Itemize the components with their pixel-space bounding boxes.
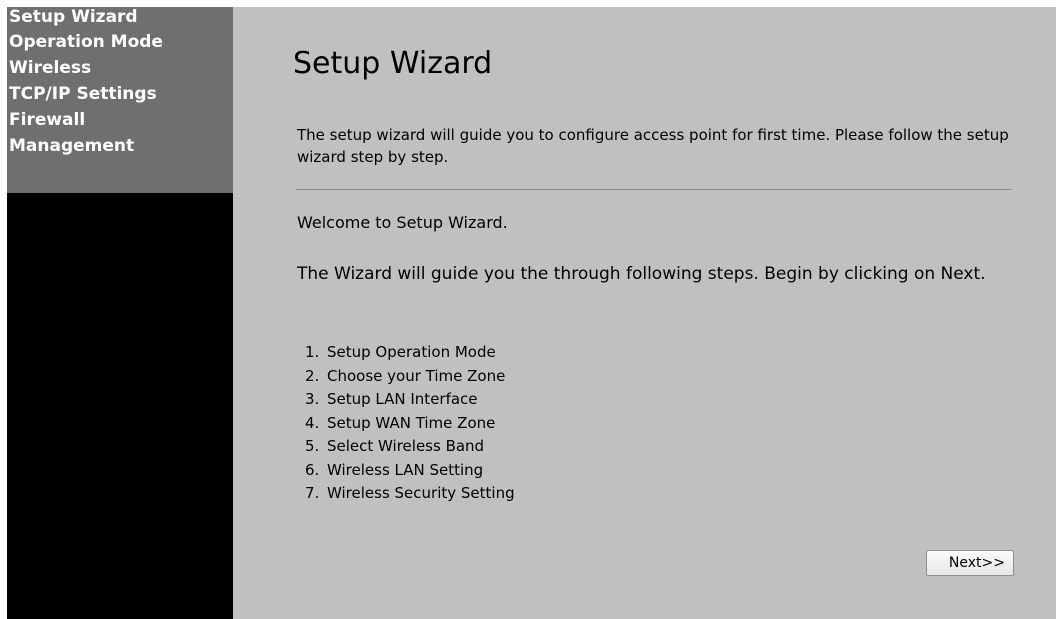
- step-item: 2. Choose your Time Zone: [305, 365, 515, 389]
- step-item: 1. Setup Operation Mode: [305, 341, 515, 365]
- step-label: Setup LAN Interface: [327, 390, 478, 408]
- step-number: 1.: [305, 343, 320, 361]
- main-content: Setup Wizard The setup wizard will guide…: [233, 7, 1056, 619]
- guide-text: The Wizard will guide you the through fo…: [297, 264, 986, 284]
- step-label: Wireless Security Setting: [327, 484, 515, 502]
- page-title: Setup Wizard: [293, 46, 493, 81]
- sidebar-item-tcpip-settings[interactable]: TCP/IP Settings: [7, 81, 233, 107]
- sidebar-menu: Setup Wizard Operation Mode Wireless TCP…: [7, 7, 233, 193]
- app-frame: Setup Wizard Operation Mode Wireless TCP…: [7, 7, 1056, 619]
- divider: [296, 189, 1012, 190]
- sidebar-item-wireless[interactable]: Wireless: [7, 55, 233, 81]
- step-label: Select Wireless Band: [327, 437, 485, 455]
- sidebar-item-firewall[interactable]: Firewall: [7, 107, 233, 133]
- step-label: Setup Operation Mode: [327, 343, 496, 361]
- step-number: 3.: [305, 390, 320, 408]
- sidebar: Setup Wizard Operation Mode Wireless TCP…: [7, 7, 233, 619]
- sidebar-item-management[interactable]: Management: [7, 133, 233, 159]
- sidebar-item-operation-mode[interactable]: Operation Mode: [7, 29, 233, 55]
- sidebar-item-setup-wizard[interactable]: Setup Wizard: [7, 7, 233, 29]
- step-number: 7.: [305, 484, 320, 502]
- step-number: 6.: [305, 460, 320, 479]
- step-item: 3. Setup LAN Interface: [305, 388, 515, 412]
- welcome-text: Welcome to Setup Wizard.: [297, 213, 508, 232]
- step-item: 5. Select Wireless Band: [305, 435, 515, 459]
- step-item: 6. Wireless LAN Setting: [305, 459, 515, 483]
- steps-list: 1. Setup Operation Mode 2. Choose your Tim…: [305, 341, 515, 506]
- next-button[interactable]: Next>>: [926, 550, 1014, 576]
- step-number: 5.: [305, 437, 320, 455]
- step-label: Choose your Time Zone: [327, 366, 506, 385]
- step-number: 4.: [305, 413, 320, 432]
- step-item: 7. Wireless Security Setting: [305, 482, 515, 506]
- step-number: 2.: [305, 366, 320, 385]
- step-label: Setup WAN Time Zone: [327, 413, 496, 432]
- intro-text: The setup wizard will guide you to confi…: [297, 126, 1009, 166]
- step-item: 4. Setup WAN Time Zone: [305, 412, 515, 436]
- step-label: Wireless LAN Setting: [327, 460, 484, 479]
